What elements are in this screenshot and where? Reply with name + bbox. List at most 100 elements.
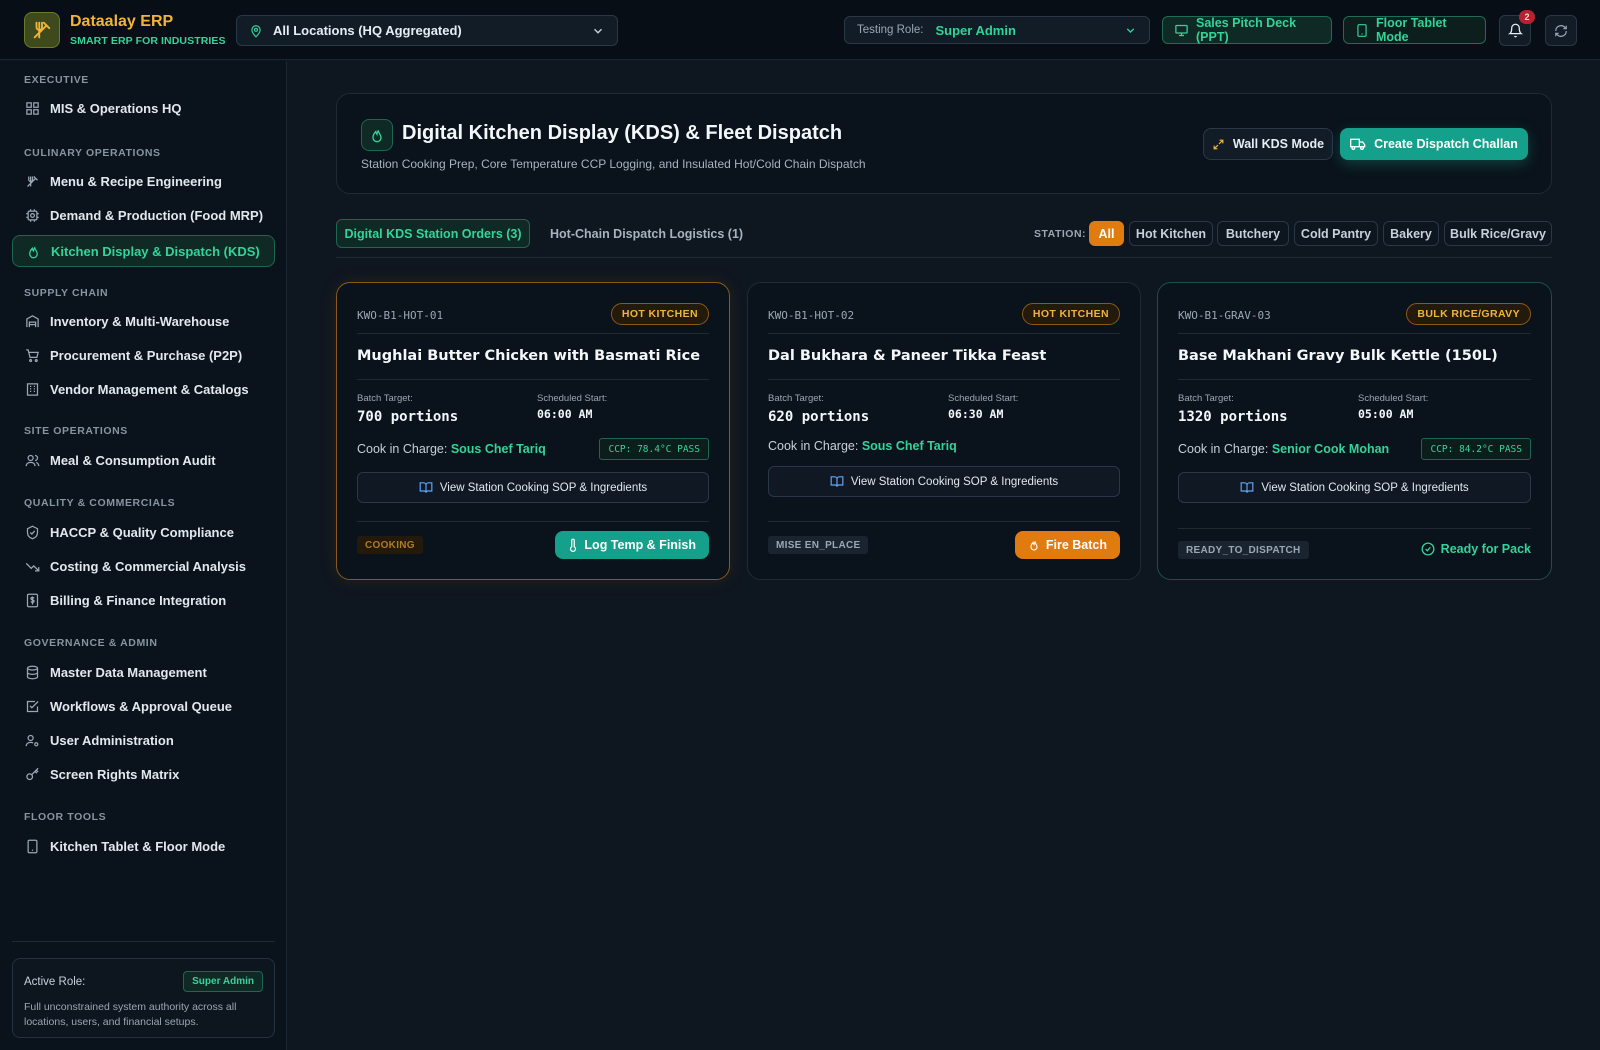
sidebar-item-menu-recipe[interactable]: Menu & Recipe Engineering bbox=[12, 165, 275, 197]
chevron-down-icon bbox=[1124, 24, 1137, 37]
sidebar-item-workflows[interactable]: Workflows & Approval Queue bbox=[12, 690, 275, 722]
view-sop-button[interactable]: View Station Cooking SOP & Ingredients bbox=[357, 472, 709, 503]
page-title: Digital Kitchen Display (KDS) & Fleet Di… bbox=[402, 122, 843, 144]
testing-role-select[interactable]: Testing Role: Super Admin bbox=[844, 16, 1150, 44]
sales-pitch-deck-button[interactable]: Sales Pitch Deck (PPT) bbox=[1162, 16, 1332, 44]
sidebar-item-label: HACCP & Quality Compliance bbox=[50, 524, 234, 540]
sidebar-item-user-admin[interactable]: User Administration bbox=[12, 724, 275, 756]
sidebar-item-costing[interactable]: Costing & Commercial Analysis bbox=[12, 550, 275, 582]
thermometer-icon bbox=[568, 538, 578, 553]
ready-for-pack-indicator: Ready for Pack bbox=[1421, 542, 1531, 556]
card-divider bbox=[357, 521, 709, 522]
card-divider bbox=[357, 333, 709, 334]
cook-in-charge: Cook in Charge: Sous Chef Tariq bbox=[357, 442, 546, 456]
page-header-card: Digital Kitchen Display (KDS) & Fleet Di… bbox=[336, 93, 1552, 194]
sidebar-item-inventory[interactable]: Inventory & Multi-Warehouse bbox=[12, 305, 275, 337]
location-select[interactable]: All Locations (HQ Aggregated) bbox=[236, 15, 618, 46]
ready-for-pack-label: Ready for Pack bbox=[1440, 542, 1531, 556]
floor-tablet-mode-button[interactable]: Floor Tablet Mode bbox=[1343, 16, 1486, 44]
scheduled-start-value: 06:00 AM bbox=[537, 407, 593, 421]
station-chip-butchery[interactable]: Butchery bbox=[1217, 221, 1289, 246]
batch-target-label: Batch Target: bbox=[768, 393, 824, 404]
create-dispatch-challan-button[interactable]: Create Dispatch Challan bbox=[1340, 128, 1528, 160]
trend-down-icon bbox=[24, 558, 40, 574]
grid-icon bbox=[24, 100, 40, 116]
active-role-description: Full unconstrained system authority acro… bbox=[24, 1001, 237, 1029]
utensils-icon bbox=[24, 173, 40, 189]
order-code: KWO-B1-HOT-01 bbox=[357, 309, 444, 322]
station-chip-bakery[interactable]: Bakery bbox=[1383, 221, 1439, 246]
sidebar-item-meal-audit[interactable]: Meal & Consumption Audit bbox=[12, 444, 275, 476]
sidebar-item-label: Vendor Management & Catalogs bbox=[50, 381, 249, 397]
card-divider bbox=[768, 333, 1120, 334]
warehouse-icon bbox=[24, 313, 40, 329]
dollar-icon bbox=[24, 592, 40, 608]
notification-count-badge: 2 bbox=[1519, 10, 1535, 24]
scheduled-start-value: 06:30 AM bbox=[948, 407, 1004, 421]
tab-hot-chain-dispatch[interactable]: Hot-Chain Dispatch Logistics (1) bbox=[550, 219, 743, 248]
sidebar-item-haccp[interactable]: HACCP & Quality Compliance bbox=[12, 516, 275, 548]
status-badge: COOKING bbox=[357, 536, 423, 554]
wall-kds-mode-button[interactable]: Wall KDS Mode bbox=[1203, 128, 1333, 160]
sidebar-item-procurement[interactable]: Procurement & Purchase (P2P) bbox=[12, 339, 275, 371]
presentation-icon bbox=[1174, 23, 1189, 38]
batch-target-label: Batch Target: bbox=[357, 393, 413, 404]
station-chip-hot-kitchen[interactable]: Hot Kitchen bbox=[1129, 221, 1213, 246]
view-sop-button[interactable]: View Station Cooking SOP & Ingredients bbox=[1178, 472, 1531, 503]
cook-in-charge: Cook in Charge: Sous Chef Tariq bbox=[768, 439, 957, 453]
bell-icon bbox=[1507, 23, 1523, 38]
scheduled-start-label: Scheduled Start: bbox=[1358, 393, 1429, 404]
brand[interactable]: Dataalay ERP SMART ERP FOR INDUSTRIES bbox=[24, 12, 226, 48]
tablet-icon bbox=[1355, 23, 1369, 38]
sidebar-item-screen-rights[interactable]: Screen Rights Matrix bbox=[12, 758, 275, 790]
order-code: KWO-B1-GRAV-03 bbox=[1178, 309, 1271, 322]
card-divider bbox=[1178, 528, 1531, 529]
brand-title: Dataalay ERP bbox=[70, 13, 174, 30]
user-gear-icon bbox=[24, 732, 40, 748]
brand-subtitle: SMART ERP FOR INDUSTRIES bbox=[70, 35, 226, 47]
refresh-button[interactable] bbox=[1545, 15, 1577, 46]
sidebar-item-label: Workflows & Approval Queue bbox=[50, 698, 233, 714]
batch-target-value: 1320 portions bbox=[1178, 409, 1288, 425]
dish-name: Dal Bukhara & Paneer Tikka Feast bbox=[768, 348, 1047, 364]
sidebar-item-kitchen-tablet[interactable]: Kitchen Tablet & Floor Mode bbox=[12, 830, 275, 862]
active-role-card: Active Role: Super Admin Full unconstrai… bbox=[12, 958, 275, 1038]
sidebar-item-label: Costing & Commercial Analysis bbox=[50, 558, 247, 574]
fire-batch-button[interactable]: Fire Batch bbox=[1014, 531, 1120, 559]
sidebar-item-vendor[interactable]: Vendor Management & Catalogs bbox=[12, 373, 275, 405]
sidebar-section-governance: GOVERNANCE & ADMIN bbox=[24, 637, 158, 649]
sidebar-section-executive: EXECUTIVE bbox=[24, 74, 89, 86]
key-icon bbox=[24, 766, 40, 782]
station-chip-bulk-rice-gravy[interactable]: Bulk Rice/Gravy bbox=[1444, 221, 1552, 246]
sidebar-section-site-operations: SITE OPERATIONS bbox=[24, 425, 128, 437]
tab-kds-station-orders[interactable]: Digital KDS Station Orders (3) bbox=[336, 219, 530, 248]
chevron-down-icon bbox=[591, 24, 605, 38]
sidebar-item-label: Menu & Recipe Engineering bbox=[50, 173, 222, 189]
view-sop-label: View Station Cooking SOP & Ingredients bbox=[439, 481, 648, 494]
sidebar-item-kitchen-display[interactable]: Kitchen Display & Dispatch (KDS) bbox=[12, 235, 275, 267]
sidebar-divider bbox=[12, 941, 275, 942]
log-temp-finish-label: Log Temp & Finish bbox=[584, 538, 696, 552]
view-sop-button[interactable]: View Station Cooking SOP & Ingredients bbox=[768, 466, 1120, 497]
sales-pitch-deck-label: Sales Pitch Deck (PPT) bbox=[1196, 16, 1297, 44]
wall-kds-mode-label: Wall KDS Mode bbox=[1232, 137, 1325, 151]
sidebar-item-demand-production[interactable]: Demand & Production (Food MRP) bbox=[12, 199, 275, 231]
station-chip-all[interactable]: All bbox=[1089, 221, 1124, 246]
book-open-icon bbox=[419, 481, 433, 494]
log-temp-finish-button[interactable]: Log Temp & Finish bbox=[555, 531, 709, 559]
kds-order-card: KWO-B1-HOT-01 HOT KITCHEN Mughlai Butter… bbox=[336, 282, 730, 580]
sidebar-item-billing[interactable]: Billing & Finance Integration bbox=[12, 584, 275, 616]
sidebar-item-label: Kitchen Tablet & Floor Mode bbox=[50, 838, 226, 854]
sidebar-item-mis-operations[interactable]: MIS & Operations HQ bbox=[12, 92, 275, 124]
refresh-icon bbox=[1554, 24, 1568, 38]
cook-name: Sous Chef Tariq bbox=[861, 439, 957, 453]
sidebar-item-master-data[interactable]: Master Data Management bbox=[12, 656, 275, 688]
sidebar-item-label: Screen Rights Matrix bbox=[50, 766, 180, 782]
tabs-divider bbox=[336, 257, 1552, 258]
flame-icon bbox=[1028, 538, 1040, 552]
batch-target-value: 700 portions bbox=[357, 409, 459, 425]
book-open-icon bbox=[830, 475, 844, 488]
cart-icon bbox=[24, 347, 40, 363]
station-chip-cold-pantry[interactable]: Cold Pantry bbox=[1294, 221, 1378, 246]
batch-target-label: Batch Target: bbox=[1178, 393, 1234, 404]
